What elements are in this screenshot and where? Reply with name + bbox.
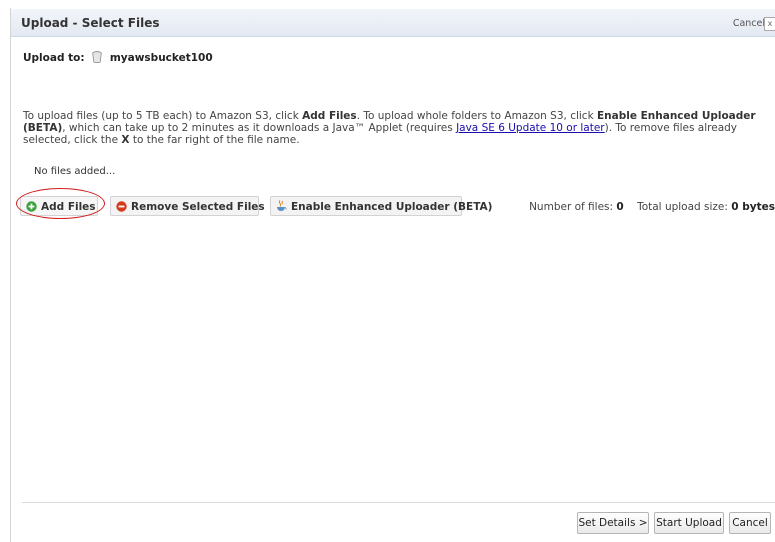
close-icon[interactable]: x: [764, 17, 775, 31]
remove-selected-files-label: Remove Selected Files: [131, 201, 265, 213]
total-size-value: 0 bytes: [731, 201, 775, 213]
instructions-part: , which can take up to 2 minutes as it d…: [62, 122, 457, 134]
dialog-header: Upload - Select Files Cancel x: [11, 9, 775, 37]
instructions-text: To upload files (up to 5 TB each) to Ama…: [23, 110, 773, 146]
empty-file-list-message: No files added...: [34, 166, 116, 177]
instructions-part: to the far right of the file name.: [129, 134, 300, 146]
instructions-part: . To upload whole folders to Amazon S3, …: [356, 110, 597, 122]
enable-enhanced-uploader-button[interactable]: Enable Enhanced Uploader (BETA): [270, 196, 492, 219]
instructions-part: To upload files (up to 5 TB each) to Ama…: [23, 110, 303, 122]
num-files-label: Number of files:: [529, 201, 614, 213]
total-size-label: Total upload size:: [637, 201, 728, 213]
bucket-name: myawsbucket100: [109, 52, 213, 64]
highlight-annotation: [16, 188, 105, 219]
enable-enhanced-uploader-label: Enable Enhanced Uploader (BETA): [291, 201, 493, 213]
upload-toolbar: Add Files Remove Selected Files Enable E…: [16, 188, 775, 221]
num-files-value: 0: [616, 201, 624, 213]
dialog-left-border: [10, 8, 11, 542]
bucket-icon: [92, 51, 102, 66]
remove-icon: [116, 199, 127, 219]
remove-selected-files-button[interactable]: Remove Selected Files: [110, 196, 265, 219]
set-details-button[interactable]: Set Details >: [577, 512, 649, 534]
upload-destination: Upload to: myawsbucket100: [23, 51, 213, 66]
cancel-button[interactable]: Cancel: [729, 512, 771, 534]
start-upload-button[interactable]: Start Upload: [654, 512, 724, 534]
upload-stats: Number of files: 0 Total upload size: 0 …: [529, 201, 775, 213]
header-cancel-link[interactable]: Cancel: [733, 18, 765, 29]
java-requirements-link[interactable]: Java SE 6 Update 10 or later: [456, 122, 605, 134]
java-coffee-icon: [276, 199, 287, 219]
footer-divider: [22, 502, 775, 503]
upload-to-label: Upload to:: [23, 52, 85, 64]
dialog-title: Upload - Select Files: [21, 16, 160, 30]
instructions-add-files: Add Files: [302, 110, 357, 122]
